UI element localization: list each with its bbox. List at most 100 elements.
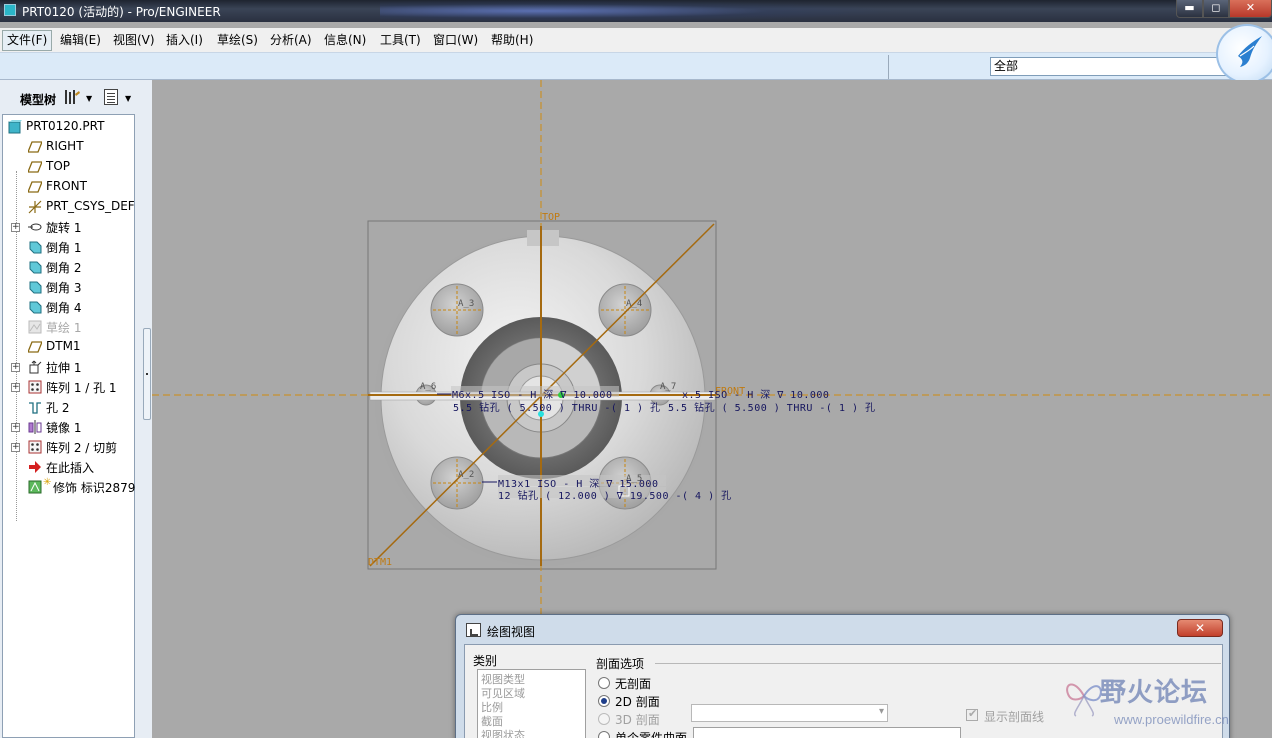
section-options-divider	[655, 663, 1221, 664]
surface-name-field[interactable]	[693, 727, 961, 738]
tree-item-chamfer-2[interactable]: 倒角 2	[3, 257, 136, 277]
datum-plane-icon	[28, 161, 42, 173]
minimize-button[interactable]: ▬	[1176, 0, 1203, 18]
section-3d-label: 3D 剖面	[615, 713, 660, 727]
no-section-radio[interactable]	[598, 677, 610, 689]
chamfer-icon	[29, 241, 42, 254]
tree-settings-chevron-down-icon[interactable]: ▼	[86, 94, 92, 103]
selection-filter-dropdown[interactable]: 全部	[990, 57, 1230, 76]
tree-item-chamfer-1[interactable]: 倒角 1	[3, 237, 136, 257]
menu-help[interactable]: 帮助(H)	[486, 30, 538, 51]
datum-plane-icon	[28, 181, 42, 193]
toolbar: 全部	[0, 52, 1272, 80]
menu-insert[interactable]: 插入(I)	[161, 30, 208, 51]
section-3d-radio[interactable]	[598, 713, 610, 725]
dialog-close-button[interactable]: ✕	[1177, 619, 1223, 637]
tree-item-front[interactable]: FRONT	[3, 177, 136, 197]
tree-item-pattern-1[interactable]: + 阵列 1 / 孔 1	[3, 377, 136, 397]
section-options-label: 剖面选项	[596, 657, 645, 671]
tree-item-pattern-2[interactable]: + 阵列 2 / 切剪	[3, 437, 136, 457]
model-tree-pane: 模型树 ▼ ▼ PRT0120.PRT RIGHT TOP FRONT PRT_…	[0, 80, 152, 738]
forum-watermark: 野火论坛 www.proewildfire.cn	[1060, 670, 1272, 738]
menu-view[interactable]: 视图(V)	[108, 30, 160, 51]
tree-item-top[interactable]: TOP	[3, 157, 136, 177]
tree-item-hole-2[interactable]: 孔 2	[3, 397, 136, 417]
tree-item-dtm1[interactable]: DTM1	[3, 337, 136, 357]
menu-file[interactable]: 文件(F)	[2, 30, 53, 51]
menu-analysis[interactable]: 分析(A)	[265, 30, 317, 51]
toolbar-separator	[888, 55, 889, 79]
axis-tag-a6[interactable]: A_6	[420, 382, 436, 392]
axis-tag-a7[interactable]: A_7	[660, 382, 676, 392]
csys-icon	[28, 200, 42, 214]
expand-icon[interactable]: +	[11, 443, 20, 452]
axis-tag-a4[interactable]: A_4	[626, 299, 642, 309]
watermark-title: 野火论坛	[1100, 678, 1209, 708]
tree-item-label: 阵列 1 / 孔 1	[46, 381, 117, 395]
tree-item-insert-here[interactable]: 在此插入	[3, 457, 136, 477]
chamfer-icon	[29, 281, 42, 294]
no-section-label: 无剖面	[615, 677, 652, 691]
tree-item-csys[interactable]: PRT_CSYS_DEF	[3, 197, 136, 217]
close-button[interactable]: ✕	[1229, 0, 1272, 18]
tree-item-label: 镜像 1	[46, 421, 82, 435]
axis-label-dtm1[interactable]: DTM1	[368, 557, 392, 568]
tree-item-label: 倒角 4	[46, 301, 82, 315]
menu-window[interactable]: 窗口(W)	[428, 30, 483, 51]
expand-icon[interactable]: +	[11, 383, 20, 392]
cosmetic-icon	[28, 480, 42, 494]
section-2d-radio[interactable]	[598, 695, 610, 707]
dialog-icon	[466, 623, 481, 637]
show-hatch-checkbox[interactable]	[966, 707, 978, 721]
tree-item-label: 在此插入	[46, 461, 95, 475]
menu-tools[interactable]: 工具(T)	[375, 30, 426, 51]
tree-item-label: 拉伸 1	[46, 361, 82, 375]
tree-item-mirror-1[interactable]: + 镜像 1	[3, 417, 136, 437]
tree-item-label: RIGHT	[46, 139, 84, 153]
chamfer-icon	[29, 301, 42, 314]
maximize-button[interactable]: ◻	[1203, 0, 1229, 18]
tree-item-chamfer-4[interactable]: 倒角 4	[3, 297, 136, 317]
window-title: PRT0120 (活动的) - Pro/ENGINEER	[22, 5, 221, 19]
tree-item-part[interactable]: PRT0120.PRT	[3, 117, 136, 137]
tree-item-cosmetic[interactable]: ✳ 修饰 标识2879	[3, 477, 136, 497]
proe-bird-icon	[1238, 36, 1262, 67]
menu-bar: 文件(F) 编辑(E) 视图(V) 插入(I) 草绘(S) 分析(A) 信息(N…	[0, 28, 1272, 52]
tree-show-chevron-down-icon[interactable]: ▼	[125, 94, 131, 103]
single-part-surface-radio[interactable]	[598, 731, 610, 738]
tree-item-chamfer-3[interactable]: 倒角 3	[3, 277, 136, 297]
tree-item-label: 草绘 1	[46, 321, 82, 335]
revolve-icon	[28, 223, 42, 231]
hole-note-left-line2[interactable]: 5.5 钻孔 ( 5.500 ) THRU -( 1 ) 孔	[453, 399, 661, 414]
menu-edit[interactable]: 编辑(E)	[55, 30, 106, 51]
dialog-title: 绘图视图	[487, 625, 536, 639]
axis-tag-a2[interactable]: A_2	[458, 470, 474, 480]
expand-icon[interactable]: +	[11, 423, 20, 432]
datum-plane-icon	[28, 141, 42, 153]
tree-item-extrude-1[interactable]: + 拉伸 1	[3, 357, 136, 377]
category-item-view-state[interactable]: 视图状态	[481, 727, 525, 738]
tree-item-label: 倒角 1	[46, 241, 82, 255]
pane-splitter-handle[interactable]	[143, 328, 151, 420]
model-tree-title: 模型树	[20, 93, 57, 107]
insert-here-icon	[29, 461, 41, 473]
watermark-url: www.proewildfire.cn	[1114, 712, 1229, 727]
tree-item-sketch-1[interactable]: 草绘 1	[3, 317, 136, 337]
expand-icon[interactable]: +	[11, 363, 20, 372]
show-hatch-label: 显示剖面线	[984, 710, 1045, 724]
tree-item-label: 阵列 2 / 切剪	[46, 441, 118, 455]
hole-note-right-line2[interactable]: 5.5 钻孔 ( 5.500 ) THRU -( 1 ) 孔	[668, 399, 876, 414]
expand-icon[interactable]: +	[11, 223, 20, 232]
section-name-dropdown[interactable]	[691, 704, 888, 722]
menu-sketch[interactable]: 草绘(S)	[212, 30, 263, 51]
tree-show-icon[interactable]	[104, 89, 118, 105]
tree-settings-icon[interactable]	[63, 88, 81, 106]
axis-tag-a3[interactable]: A_3	[458, 299, 474, 309]
pattern-icon	[28, 440, 42, 454]
menu-info[interactable]: 信息(N)	[319, 30, 371, 51]
tree-item-revolve-1[interactable]: + 旋转 1	[3, 217, 136, 237]
tree-item-label: PRT_CSYS_DEF	[46, 199, 135, 213]
hole-note-bottom-line2[interactable]: 12 钻孔 ( 12.000 ) ∇ 19.500 -( 4 ) 孔	[498, 487, 732, 502]
axis-label-top[interactable]: TOP	[542, 212, 560, 223]
tree-item-right[interactable]: RIGHT	[3, 137, 136, 157]
